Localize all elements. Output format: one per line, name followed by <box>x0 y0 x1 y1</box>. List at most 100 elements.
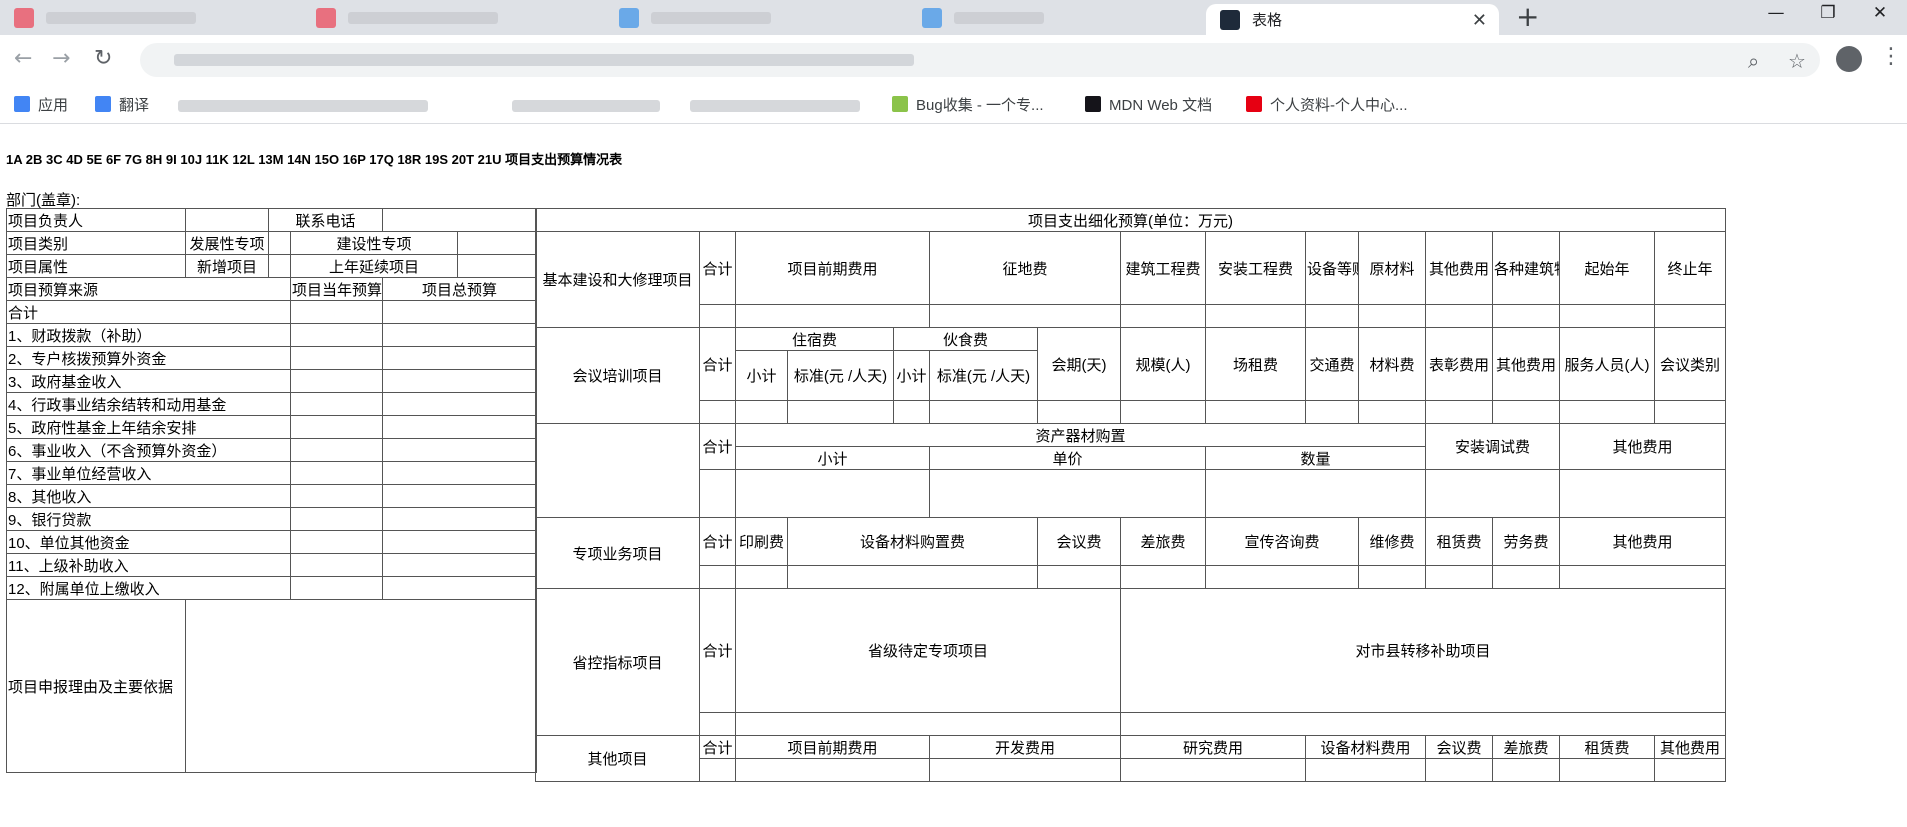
current-year-budget-cell <box>289 530 384 554</box>
value-cell <box>457 231 538 255</box>
tab-favicon <box>922 7 942 28</box>
tab-strip: 表格 ✕ + — ❐ ✕ <box>0 0 1907 35</box>
tab-active-table[interactable]: 表格 ✕ <box>1206 4 1499 35</box>
current-year-budget-cell <box>289 461 384 485</box>
menu-kebab-icon[interactable]: ⋮ <box>1880 44 1902 69</box>
bookmark-blurred[interactable] <box>178 100 428 112</box>
tab-2[interactable] <box>302 0 602 35</box>
column-header: 安装调试费 <box>1425 423 1560 470</box>
column-header: 小计 <box>893 350 930 401</box>
tab-favicon <box>619 7 639 28</box>
profile-avatar-icon[interactable] <box>1836 46 1862 72</box>
table-row: 其他项目 合计 项目前期费用 开发费用 研究费用 设备材料费用 会议费 差旅费 … <box>535 735 1727 782</box>
window-close-icon[interactable]: ✕ <box>1852 3 1907 23</box>
source-label: 3、政府基金收入 <box>6 369 291 393</box>
back-arrow-icon[interactable]: ← <box>14 47 32 71</box>
bookmark-blurred[interactable] <box>512 100 660 112</box>
column-header: 研究费用 <box>1120 735 1306 759</box>
tab-3[interactable] <box>605 0 905 35</box>
value-cell <box>185 208 269 232</box>
column-header: 资产器材购置 <box>735 423 1426 447</box>
bookmark-translate[interactable]: 翻译 <box>95 92 149 116</box>
table-row <box>536 304 1727 328</box>
tab-4[interactable] <box>908 0 1208 35</box>
source-label: 7、事业单位经营收入 <box>6 461 291 485</box>
table-row: 项目支出细化预算(单位：万元) <box>534 208 1727 232</box>
column-header: 合计 <box>699 588 736 713</box>
column-header: 数量 <box>1205 446 1426 470</box>
column-header: 规模(人) <box>1120 327 1206 401</box>
page-content: 1A 2B 3C 4D 5E 6F 7G 8H 9I 10J 11K 12L 1… <box>0 124 1907 827</box>
current-year-budget-cell <box>289 507 384 531</box>
column-header: 差旅费 <box>1492 735 1560 759</box>
current-year-budget-cell <box>289 323 384 347</box>
column-header: 小计 <box>735 350 788 401</box>
maximize-icon[interactable]: ❐ <box>1800 3 1856 23</box>
column-header: 其他费用 <box>1425 231 1493 305</box>
reload-icon[interactable]: ↻ <box>94 47 112 71</box>
forward-arrow-icon[interactable]: → <box>52 47 70 71</box>
current-year-budget-cell <box>289 438 384 462</box>
address-bar[interactable]: ⌕ ☆ <box>140 43 1820 77</box>
bookmark-label: Bug收集 - 一个专... <box>916 96 1044 114</box>
bookmark-label: 翻译 <box>119 96 150 114</box>
star-bookmark-icon[interactable]: ☆ <box>1788 49 1806 73</box>
total-budget-cell <box>382 300 538 324</box>
bookmark-label: 应用 <box>38 96 69 114</box>
column-header: 对市县转移补助项目 <box>1119 588 1727 713</box>
column-header: 项目前期费用 <box>735 231 930 305</box>
value-cell <box>268 254 291 278</box>
total-budget-cell <box>382 369 538 393</box>
current-year-budget-cell <box>289 346 384 370</box>
bookmark-profile[interactable]: 个人资料-个人中心... <box>1246 92 1408 116</box>
reason-label: 项目申报理由及主要依据 <box>6 599 186 773</box>
zoom-icon[interactable]: ⌕ <box>1748 49 1759 73</box>
column-header: 劳务费 <box>1492 517 1560 566</box>
table-row: 项目申报理由及主要依据 <box>6 599 538 773</box>
column-header: 会议费 <box>1037 517 1121 566</box>
label-cell: 联系电话 <box>267 208 384 232</box>
table-row: 10、单位其他资金 <box>6 530 538 554</box>
label-cell: 项目类别 <box>6 231 186 255</box>
column-header: 伙食费 <box>893 327 1038 351</box>
new-tab-plus-icon[interactable]: + <box>1516 3 1539 31</box>
minimize-icon[interactable]: — <box>1748 3 1804 23</box>
source-label: 9、银行贷款 <box>6 507 291 531</box>
bookmark-apps[interactable]: 应用 <box>14 92 68 116</box>
budget-source-table: 项目负责人 联系电话 项目类别 发展性专项 建设性专项 项目属性 新增项目 上年… <box>6 208 538 773</box>
column-header: 其他费用 <box>1492 327 1560 401</box>
column-header: 场租费 <box>1205 327 1306 401</box>
label-cell: 新增项目 <box>185 254 269 278</box>
table-row: 项目负责人 联系电话 <box>6 208 538 232</box>
close-icon[interactable]: ✕ <box>1472 12 1487 30</box>
section-label-empty <box>535 423 700 518</box>
table-row <box>536 400 1727 424</box>
bookmark-bug[interactable]: Bug收集 - 一个专... <box>892 92 1044 116</box>
bookmark-label: 个人资料-个人中心... <box>1270 96 1408 114</box>
bookmark-blurred[interactable] <box>690 100 860 112</box>
total-budget-cell <box>382 415 538 439</box>
current-year-budget-cell <box>289 392 384 416</box>
department-label: 部门(盖章): <box>6 192 81 209</box>
column-header: 合计 <box>699 231 736 305</box>
section-label: 专项业务项目 <box>535 517 700 589</box>
column-header: 服务人员(人) <box>1559 327 1655 401</box>
column-header: 省级待定专项项目 <box>735 588 1121 713</box>
column-header: 其他费用 <box>1558 517 1727 566</box>
column-header: 各种建筑物面积 <box>1492 231 1560 305</box>
tab-title-blurred <box>651 11 771 24</box>
bookmark-mdn[interactable]: MDN Web 文档 <box>1085 92 1212 116</box>
column-header: 其他费用 <box>1558 423 1727 470</box>
column-header: 合计 <box>699 735 736 759</box>
tab-1[interactable] <box>0 0 300 35</box>
column-header: 安装工程费 <box>1205 231 1306 305</box>
budget-detail-table: 项目支出细化预算(单位：万元) 基本建设和大修理项目 合计 项目前期费用 征地费… <box>534 208 1727 782</box>
table-row: 项目属性 新增项目 上年延续项目 <box>6 254 538 278</box>
tab-favicon <box>1220 9 1240 30</box>
column-header: 会议类别 <box>1653 327 1727 401</box>
current-year-budget-cell <box>289 553 384 577</box>
column-header: 维修费 <box>1358 517 1426 566</box>
total-budget-cell <box>382 553 538 577</box>
column-header: 会议费 <box>1425 735 1493 759</box>
table-row: 合计 <box>6 300 538 324</box>
